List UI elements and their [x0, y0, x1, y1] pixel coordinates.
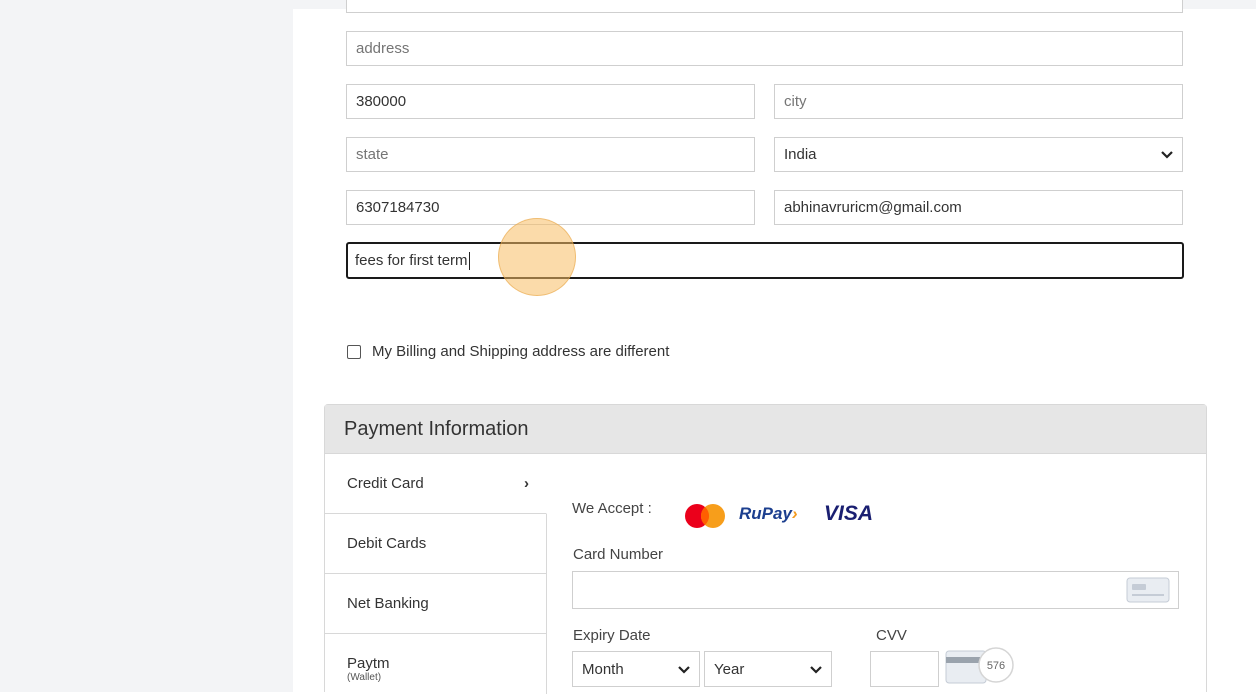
tab-label: Credit Card [347, 475, 424, 492]
cvv-label: CVV [876, 627, 907, 644]
year-select[interactable]: Year [704, 651, 832, 687]
tab-paytm[interactable]: Paytm (Wallet) [325, 634, 546, 694]
visa-logo-icon: VISA [824, 502, 874, 525]
billing-shipping-checkbox[interactable] [347, 344, 361, 359]
tab-label: Net Banking [347, 595, 429, 612]
payment-method-tabs: Credit Card › Debit Cards Net Banking Pa… [325, 454, 547, 694]
cvv-input[interactable] [870, 651, 939, 687]
svg-text:576: 576 [987, 660, 1005, 672]
tab-net-banking[interactable]: Net Banking [325, 574, 546, 634]
cvv-hint-icon: 576 [945, 647, 1014, 684]
payment-header: Payment Information [325, 405, 1206, 454]
chevron-down-icon [810, 661, 822, 678]
page-background-left [0, 0, 293, 692]
expiry-date-label: Expiry Date [573, 627, 651, 644]
payment-panel: Payment Information Credit Card › Debit … [324, 404, 1207, 694]
city-field[interactable] [774, 84, 1183, 119]
year-value: Year [714, 660, 745, 678]
email-field[interactable] [774, 190, 1183, 225]
address-field[interactable] [346, 31, 1183, 66]
country-select[interactable]: India [774, 137, 1183, 172]
card-icon [1126, 577, 1170, 603]
notes-field[interactable]: fees for first term [346, 242, 1184, 279]
billing-shipping-checkbox-row[interactable]: My Billing and Shipping address are diff… [347, 343, 669, 360]
notes-text: fees for first term [355, 252, 468, 269]
month-select[interactable]: Month [572, 651, 700, 687]
state-field[interactable] [346, 137, 755, 172]
pincode-field[interactable] [346, 84, 755, 119]
mastercard-logo-icon [685, 504, 725, 528]
card-number-input[interactable] [572, 571, 1179, 609]
tab-label: Debit Cards [347, 535, 427, 552]
month-value: Month [582, 660, 624, 678]
rupay-logo-icon: RuPay› [739, 504, 798, 523]
tab-credit-card[interactable]: Credit Card › [325, 454, 547, 514]
tab-label: Paytm [347, 655, 390, 672]
text-cursor [468, 252, 470, 271]
country-selected-value: India [784, 146, 817, 163]
phone-field[interactable] [346, 190, 755, 225]
chevron-down-icon [1161, 138, 1173, 171]
card-number-label: Card Number [573, 546, 664, 563]
we-accept-label: We Accept : [572, 500, 652, 517]
chevron-down-icon [678, 661, 690, 678]
previous-field[interactable] [346, 0, 1183, 13]
chevron-right-icon: › [524, 475, 529, 492]
tab-debit-cards[interactable]: Debit Cards [325, 514, 546, 574]
billing-shipping-label: My Billing and Shipping address are diff… [372, 343, 670, 360]
tab-sublabel: (Wallet) [347, 672, 382, 683]
